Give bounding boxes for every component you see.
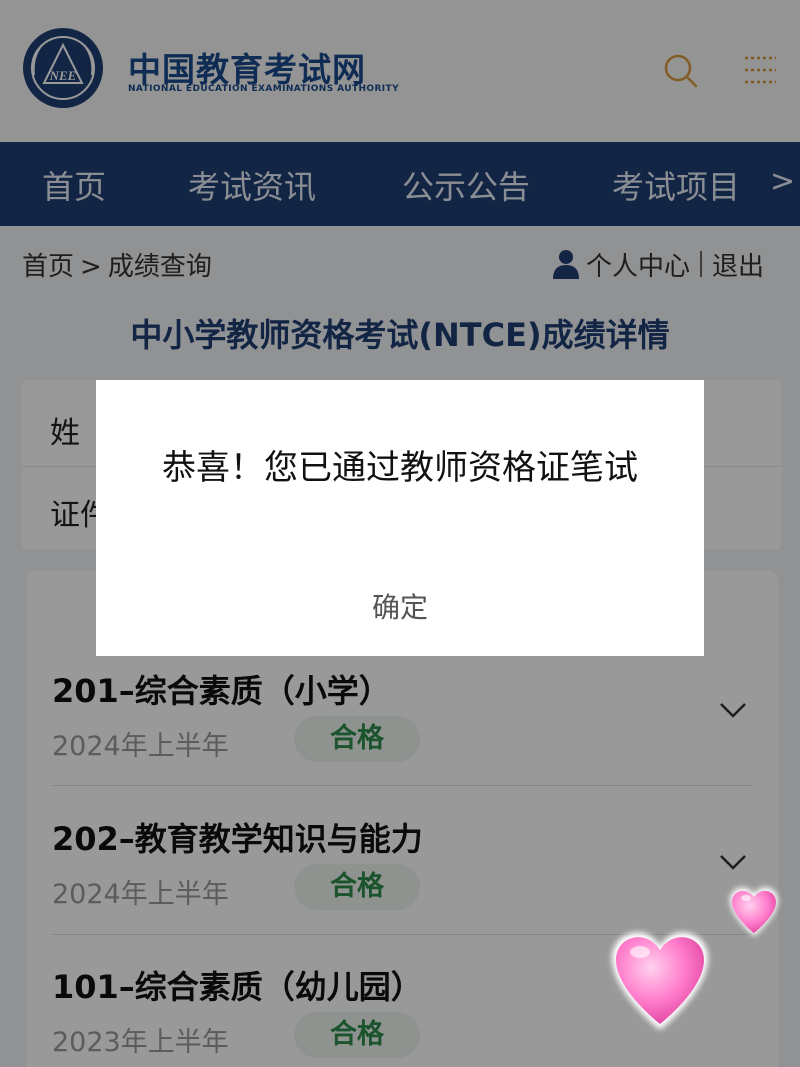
confirm-button[interactable]: 确定 [350,586,450,630]
heart-sticker-icon [612,887,778,1030]
congrats-dialog: 恭喜！您已通过教师资格证笔试 确定 [96,380,704,656]
dialog-message: 恭喜！您已通过教师资格证笔试 [162,448,638,488]
